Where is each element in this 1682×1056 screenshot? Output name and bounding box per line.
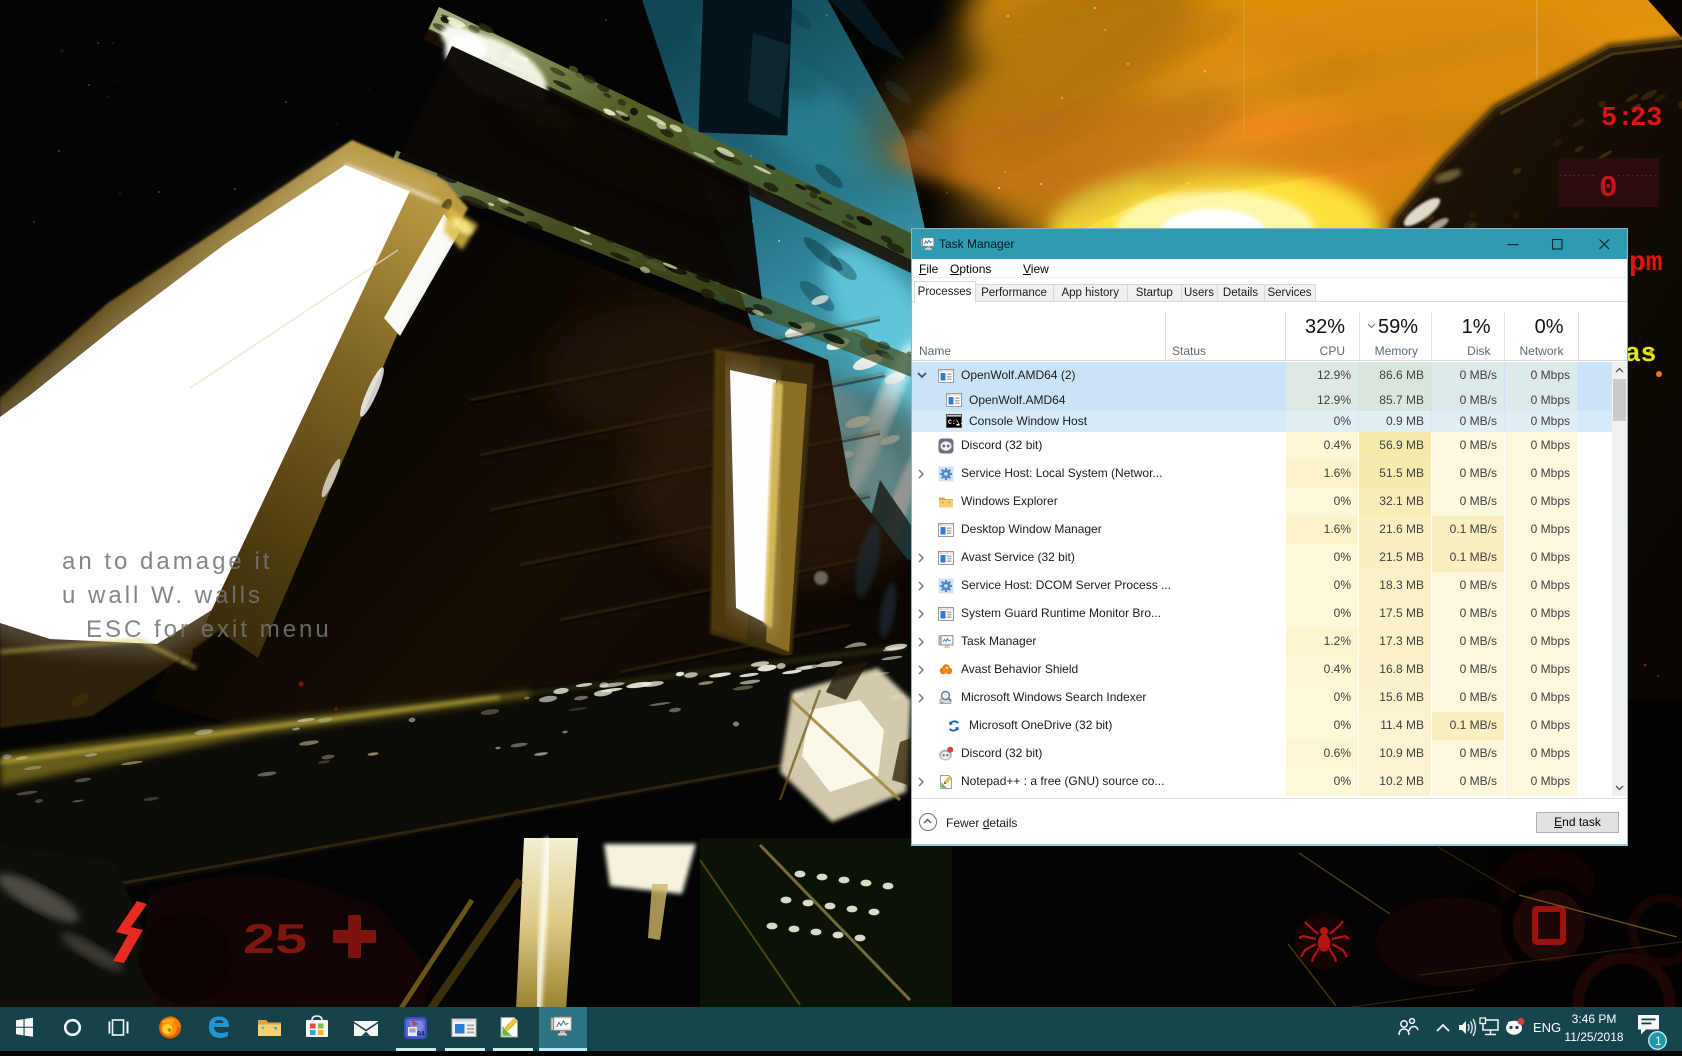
svg-text:23: 23	[1630, 104, 1662, 134]
svg-text:pm: pm	[1629, 248, 1663, 279]
svg-text:25: 25	[243, 915, 307, 962]
svg-text:64: 64	[417, 1031, 425, 1038]
svg-text:u wall W. walls: u wall W. walls	[62, 582, 263, 609]
svg-text:ESC for exit menu: ESC for exit menu	[86, 616, 332, 643]
svg-text:an to damage it: an to damage it	[62, 548, 272, 575]
svg-text:0: 0	[1599, 171, 1618, 206]
svg-text:5:: 5:	[1601, 104, 1633, 134]
svg-text:C:\.: C:\.	[948, 419, 962, 426]
svg-text:1: 1	[1655, 1034, 1662, 1048]
